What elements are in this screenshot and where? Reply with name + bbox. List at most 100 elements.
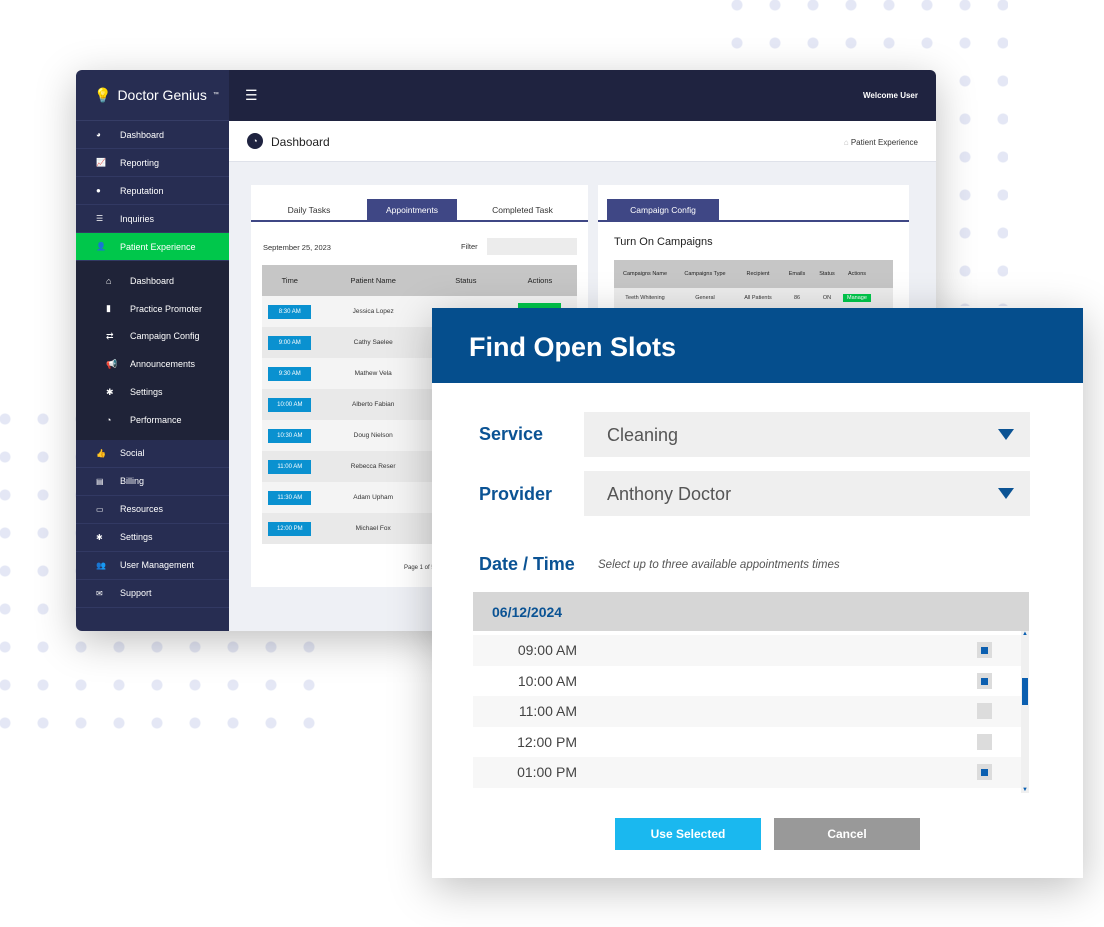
modal-title: Find Open Slots [432,308,1083,383]
column-header: Campaigns Name [622,271,668,277]
sidebar-item-dashboard[interactable]: ⌂ Dashboard [76,267,229,295]
slot-checkbox[interactable] [977,703,992,719]
slot-row: 01:00 PM [473,757,1021,788]
provider-label: Provider [479,484,553,504]
slot-row: 10:00 AM [473,666,1021,697]
sidebar-item-social[interactable]: 👍 Social [76,440,229,468]
thumbs-up-icon: 👍 [96,448,106,458]
slot-time: 09:00 AM [517,642,577,659]
scroll-thumb[interactable] [1022,678,1028,705]
user-icon: 👤 [96,242,106,251]
megaphone-icon: 📢 [106,358,118,369]
sidebar-item-inquiries[interactable]: ☰ Inquiries [76,205,229,233]
slot-checkbox[interactable] [977,733,992,750]
sidebar-item-support[interactable]: ✉ Support [76,580,229,608]
campaigns-title: Turn On Campaigns [614,236,713,248]
tab-daily-tasks[interactable]: Daily Tasks [251,199,367,220]
hamburger-menu-icon[interactable]: ☰ [245,87,258,104]
gauge-icon: ◔ [247,133,263,149]
column-header: Actions [527,276,553,285]
slot-time: 01:00 PM [517,764,577,781]
patient-name: Jessica Lopez [352,308,394,315]
sidebar-item-settings[interactable]: ✱ Settings [76,378,229,406]
time-badge[interactable]: 9:30 AM [268,366,312,381]
date-header: 06/12/2024 [473,592,1029,631]
patient-name: Michael Fox [355,525,391,532]
time-badge[interactable]: 11:00 AM [268,459,312,474]
time-badge[interactable]: 8:30 AM [268,304,312,319]
slot-row: 09:00 AM [473,635,1021,666]
breadcrumb[interactable]: ⌂ Patient Experience [844,138,918,147]
users-icon: 👥 [96,560,106,570]
slot-row: 11:00 AM [473,696,1021,727]
list-icon: ☰ [96,214,104,223]
sidebar-item-announcements[interactable]: 📢 Announcements [76,350,229,378]
envelope-icon: ✉ [96,588,103,598]
slot-checkbox[interactable] [977,764,992,780]
column-header: Status [455,276,477,285]
scroll-up-icon[interactable]: ▲ [1022,631,1028,637]
sidebar-item-settings[interactable]: ✱ Settings [76,524,229,552]
tab-campaign-config[interactable]: Campaign Config [607,199,719,220]
sidebar-item-reputation[interactable]: ● Reputation [76,177,229,205]
sidebar-item-reporting[interactable]: 📈 Reporting [76,149,229,177]
home-icon: ⌂ [106,275,112,286]
appointments-date: September 25, 2023 [263,243,331,252]
cancel-button[interactable]: Cancel [774,818,920,850]
find-open-slots-modal: Find Open Slots Service Cleaning Provide… [432,308,1083,878]
patient-name: Cathy Saelee [353,339,393,346]
comment-icon: ● [96,186,101,195]
tab-appointments[interactable]: Appointments [367,199,457,220]
sidebar-item-practice-promoter[interactable]: ▮ Practice Promoter [76,295,229,323]
content-header: ◔ Dashboard ⌂ Patient Experience [229,121,936,162]
book-icon: ▭ [96,504,104,514]
gauge-icon: ◔ [106,414,112,425]
column-header: Campaigns Type [684,271,726,277]
scroll-down-icon[interactable]: ▼ [1022,787,1028,793]
scrollbar[interactable]: ▲ ▼ [1021,631,1029,793]
filter-label: Filter [461,242,478,251]
campaigns-table: Campaigns Name Campaigns Type Recipient Ema… [614,260,893,308]
campaign-recipient: All Patients [744,295,772,301]
slot-row: 12:00 PM [473,727,1021,758]
time-badge[interactable]: 12:00 PM [268,521,312,536]
time-badge[interactable]: 10:00 AM [268,397,312,412]
sidebar-item-resources[interactable]: ▭ Resources [76,496,229,524]
column-header: Status [819,271,835,277]
welcome-user[interactable]: Welcome User [863,91,918,100]
logo: 💡 Doctor Genius ™ [76,70,229,121]
sidebar-item-user-management[interactable]: 👥 User Management [76,552,229,580]
campaign-name: Teeth Whitening [625,295,665,301]
top-bar: ☰ Welcome User [229,70,936,121]
sidebar-item-patient-experience[interactable]: 👤 Patient Experience [76,233,229,261]
exchange-icon: ⇄ [106,330,114,341]
slot-time: 10:00 AM [517,672,577,689]
patient-name: Alberto Fabian [352,401,395,408]
sidebar-item-campaign-config[interactable]: ⇄ Campaign Config [76,323,229,351]
sidebar-item-dashboard[interactable]: ◕ Dashboard [76,121,229,149]
slot-checkbox[interactable] [977,672,992,689]
slot-time: 12:00 PM [517,733,577,750]
slot-list: 09:00 AM 10:00 AM 11:00 AM 12:00 PM 01:00 PM [473,635,1021,788]
filter-input[interactable] [487,238,577,255]
datetime-label: Date / Time [479,554,575,574]
campaign-status: ON [822,295,832,301]
home-icon: ⌂ [843,138,851,147]
slot-checkbox[interactable] [977,642,992,658]
sidebar-item-billing[interactable]: ▤ Billing [76,468,229,496]
time-badge[interactable]: 11:30 AM [268,490,312,505]
tab-completed-task[interactable]: Completed Task [457,199,588,220]
chevron-down-icon [998,488,1014,499]
column-header: Actions [847,271,867,277]
time-badge[interactable]: 10:30 AM [268,428,312,443]
service-select[interactable]: Cleaning [584,412,1030,457]
invoice-icon: ▤ [96,476,104,486]
use-selected-button[interactable]: Use Selected [615,818,761,850]
clipboard-icon: ▮ [106,303,111,314]
lightbulb-icon: 💡 [94,86,112,103]
column-header: Emails [788,271,806,277]
time-badge[interactable]: 9:00 AM [268,335,312,350]
manage-button[interactable]: Manage [843,294,871,302]
sidebar-item-performance[interactable]: ◔ Performance [76,406,229,434]
provider-select[interactable]: Anthony Doctor [584,471,1030,516]
